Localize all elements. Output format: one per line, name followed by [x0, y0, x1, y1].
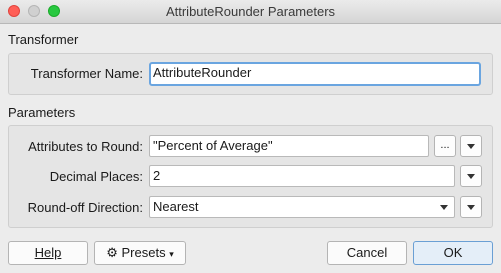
help-button-label: Help: [34, 245, 62, 260]
round-off-direction-menu-button[interactable]: [460, 196, 482, 218]
attributes-menu-button[interactable]: [460, 135, 482, 157]
presets-button[interactable]: ⚙ Presets ▾: [94, 241, 186, 265]
presets-button-label: Presets: [121, 245, 166, 260]
window-titlebar: AttributeRounder Parameters: [0, 0, 501, 24]
transformer-name-label: Transformer Name:: [30, 66, 143, 81]
parameters-group: Attributes to Round: "Percent of Average…: [8, 125, 493, 228]
transformer-section-label: Transformer: [8, 32, 79, 47]
chevron-down-icon: [467, 144, 475, 149]
attributes-to-round-field[interactable]: "Percent of Average": [149, 135, 429, 157]
chevron-down-icon: [467, 205, 475, 210]
chevron-down-icon: ▾: [169, 249, 174, 259]
ellipsis-icon[interactable]: ...: [434, 135, 456, 157]
cancel-button[interactable]: Cancel: [327, 241, 407, 265]
ok-button[interactable]: OK: [413, 241, 493, 265]
transformer-name-field[interactable]: AttributeRounder: [149, 62, 481, 86]
decimal-places-menu-button[interactable]: [460, 165, 482, 187]
round-off-direction-value: Nearest: [153, 199, 199, 214]
decimal-places-field[interactable]: 2: [149, 165, 455, 187]
transformer-group: Transformer Name: AttributeRounder: [8, 53, 493, 95]
round-off-direction-select[interactable]: Nearest: [149, 196, 455, 218]
attributes-to-round-label: Attributes to Round:: [28, 139, 143, 154]
decimal-places-label: Decimal Places:: [49, 169, 143, 184]
window-title: AttributeRounder Parameters: [165, 4, 336, 19]
round-off-direction-label: Round-off Direction:: [27, 200, 143, 215]
gear-icon: ⚙: [106, 245, 118, 260]
chevron-down-icon: [440, 205, 448, 210]
chevron-down-icon: [467, 174, 475, 179]
help-button[interactable]: Help: [8, 241, 88, 265]
parameters-section-label: Parameters: [8, 105, 76, 120]
